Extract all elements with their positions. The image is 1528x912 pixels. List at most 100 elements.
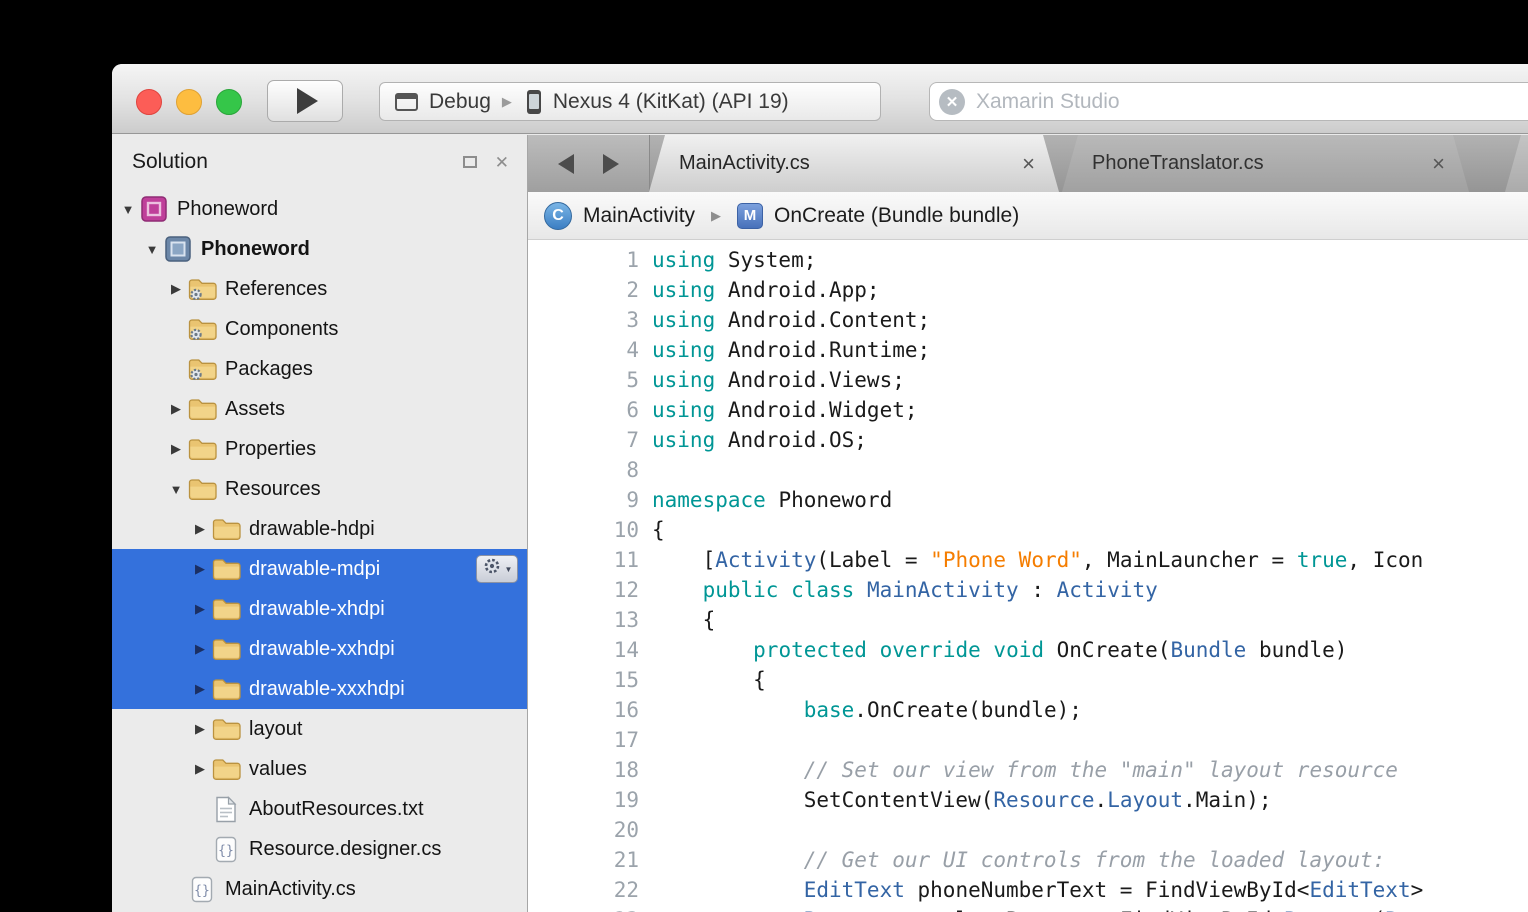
tree-item-references[interactable]: ▶ References <box>112 269 527 309</box>
tree-item-mainactivity-cs[interactable]: {}MainActivity.cs <box>112 869 527 909</box>
folder-icon <box>210 517 242 542</box>
disclosure-collapsed-icon[interactable]: ▶ <box>190 641 210 657</box>
disclosure-collapsed-icon[interactable]: ▶ <box>190 681 210 697</box>
line-number: 19 <box>528 785 639 815</box>
svg-text:{}: {} <box>218 843 234 858</box>
code-text: using Android.OS; <box>639 425 867 455</box>
code-line: 1using System; <box>528 245 1528 275</box>
line-number: 9 <box>528 485 639 515</box>
tree-item-label: values <box>249 758 307 781</box>
tree-item-label: References <box>225 278 327 301</box>
tree-item-assets[interactable]: ▶ Assets <box>112 389 527 429</box>
disclosure-collapsed-icon[interactable]: ▶ <box>166 441 186 457</box>
code-line: 11 [Activity(Label = "Phone Word", MainL… <box>528 545 1528 575</box>
disclosure-collapsed-icon[interactable]: ▶ <box>190 521 210 537</box>
line-number: 21 <box>528 845 639 875</box>
configuration-icon <box>395 93 418 111</box>
tree-item-label: MainActivity.cs <box>225 878 356 901</box>
code-text: { <box>639 605 715 635</box>
disclosure-collapsed-icon[interactable]: ▶ <box>190 601 210 617</box>
disclosure-expanded-icon[interactable]: ▼ <box>166 482 186 497</box>
line-number: 3 <box>528 305 639 335</box>
code-text <box>639 815 652 845</box>
minimize-window-button[interactable] <box>176 89 202 115</box>
tree-item-drawable-hdpi[interactable]: ▶ drawable-hdpi <box>112 509 527 549</box>
build-config-selector[interactable]: Debug ▶ Nexus 4 (KitKat) (API 19) <box>379 82 881 121</box>
tree-item-label: Resource.designer.cs <box>249 838 441 861</box>
code-line: 2using Android.App; <box>528 275 1528 305</box>
device-icon <box>527 90 541 114</box>
titlebar[interactable]: Debug ▶ Nexus 4 (KitKat) (API 19) ✕ Xama… <box>112 64 1528 134</box>
solution-tree[interactable]: ▼Phoneword▼Phoneword▶ReferencesComponent… <box>112 189 527 912</box>
disclosure-collapsed-icon[interactable]: ▶ <box>166 281 186 297</box>
code-line: 21 // Get our UI controls from the loade… <box>528 845 1528 875</box>
config-label: Debug <box>429 90 491 114</box>
line-number: 10 <box>528 515 639 545</box>
navigate-back-icon[interactable] <box>558 154 574 174</box>
disclosure-collapsed-icon[interactable]: ▶ <box>190 721 210 737</box>
breadcrumb-member[interactable]: OnCreate (Bundle bundle) <box>774 204 1019 228</box>
tree-item-label: AboutResources.txt <box>249 798 424 821</box>
close-pad-icon[interactable]: ✕ <box>495 154 509 171</box>
folder-icon <box>210 637 242 662</box>
dock-pad-icon[interactable] <box>463 156 477 168</box>
tree-item-label: Phoneword <box>177 198 278 221</box>
tree-item-label: Assets <box>225 398 285 421</box>
tab-mainactivity-cs[interactable]: MainActivity.cs× <box>649 135 1059 192</box>
folder-icon <box>186 477 218 502</box>
disclosure-collapsed-icon[interactable]: ▶ <box>190 761 210 777</box>
tree-item-values[interactable]: ▶ values <box>112 749 527 789</box>
file-cs-icon: {} <box>210 836 242 863</box>
tree-item-drawable-mdpi[interactable]: ▶drawable-mdpi▼ <box>112 549 527 589</box>
line-number: 7 <box>528 425 639 455</box>
tree-item-label: drawable-hdpi <box>249 518 375 541</box>
code-text: EditText phoneNumberText = FindViewById<… <box>639 875 1423 905</box>
code-line: 16 base.OnCreate(bundle); <box>528 695 1528 725</box>
code-line: 5using Android.Views; <box>528 365 1528 395</box>
navigate-forward-icon[interactable] <box>603 154 619 174</box>
tab-close-icon[interactable]: × <box>1432 153 1445 175</box>
line-number: 13 <box>528 605 639 635</box>
run-button[interactable] <box>267 80 343 122</box>
tree-item-properties[interactable]: ▶Properties <box>112 429 527 469</box>
chevron-right-icon: ▶ <box>711 208 721 224</box>
pad-controls: ✕ <box>463 154 509 171</box>
tab-phonetranslator-cs[interactable]: PhoneTranslator.cs× <box>1062 135 1469 192</box>
pad-title: Solution <box>132 150 463 174</box>
close-window-button[interactable] <box>136 89 162 115</box>
chevron-right-icon: ▶ <box>502 94 512 110</box>
tree-item-packages[interactable]: Packages <box>112 349 527 389</box>
tree-item-drawable-xxxhdpi[interactable]: ▶ drawable-xxxhdpi <box>112 669 527 709</box>
tree-item-label: drawable-xxhdpi <box>249 638 395 661</box>
disclosure-collapsed-icon[interactable]: ▶ <box>190 561 210 577</box>
tree-item-phoneword[interactable]: ▼ Phoneword <box>112 189 527 229</box>
disclosure-expanded-icon[interactable]: ▼ <box>142 242 162 257</box>
breadcrumb-class[interactable]: MainActivity <box>583 204 695 228</box>
tree-item-phoneword[interactable]: ▼Phoneword <box>112 229 527 269</box>
tree-item-layout[interactable]: ▶layout <box>112 709 527 749</box>
tree-item-components[interactable]: Components <box>112 309 527 349</box>
code-area[interactable]: 1using System;2using Android.App;3using … <box>528 240 1528 912</box>
folder-icon <box>210 717 242 742</box>
tree-item-aboutresources-txt[interactable]: AboutResources.txt <box>112 789 527 829</box>
code-text: SetContentView(Resource.Layout.Main); <box>639 785 1272 815</box>
disclosure-expanded-icon[interactable]: ▼ <box>118 202 138 217</box>
zoom-window-button[interactable] <box>216 89 242 115</box>
solution-pad: Solution ✕ ▼Phoneword▼Phoneword▶Referenc… <box>112 135 528 912</box>
search-field[interactable]: ✕ Xamarin Studio <box>929 82 1528 121</box>
tree-item-resource-designer-cs[interactable]: {} Resource.designer.cs <box>112 829 527 869</box>
code-text: using Android.Runtime; <box>639 335 930 365</box>
tree-item-label: drawable-xxxhdpi <box>249 678 405 701</box>
main-split: Solution ✕ ▼Phoneword▼Phoneword▶Referenc… <box>112 135 1528 912</box>
line-number: 16 <box>528 695 639 725</box>
folder-options-button[interactable]: ▼ <box>476 555 518 583</box>
tree-item-drawable-xhdpi[interactable]: ▶drawable-xhdpi <box>112 589 527 629</box>
code-line: 8 <box>528 455 1528 485</box>
tree-item-drawable-xxhdpi[interactable]: ▶ drawable-xxhdpi <box>112 629 527 669</box>
tree-item-resources[interactable]: ▼Resources <box>112 469 527 509</box>
code-text: using Android.Views; <box>639 365 905 395</box>
tab-close-icon[interactable]: × <box>1022 153 1035 175</box>
disclosure-collapsed-icon[interactable]: ▶ <box>166 401 186 417</box>
line-number: 5 <box>528 365 639 395</box>
code-line: 3using Android.Content; <box>528 305 1528 335</box>
